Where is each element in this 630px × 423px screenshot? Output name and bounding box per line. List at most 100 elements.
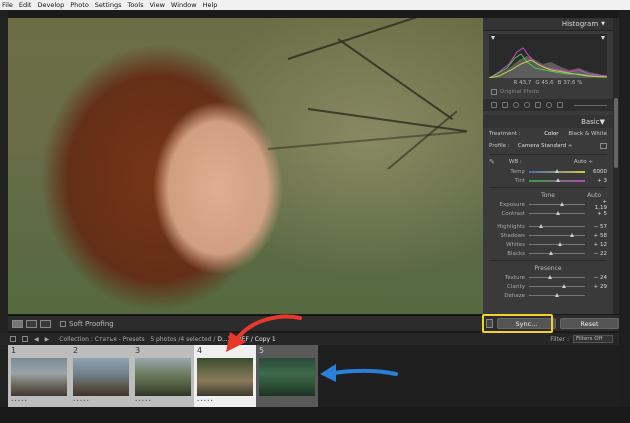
slider-clarity[interactable]: Clarity + 29 [483,282,613,291]
slider-value[interactable]: + 3 [589,178,607,184]
slider-dehaze[interactable]: Dehaze [483,291,613,300]
slider-track[interactable] [529,233,585,237]
rating-stars-icon[interactable]: ••••• [197,398,214,403]
menu-item-window[interactable]: Window [171,1,197,9]
menu-item-edit[interactable]: Edit [19,1,32,9]
radial-filter-icon[interactable] [546,102,552,108]
forward-arrow-icon[interactable]: ▶ [45,336,50,343]
menu-item-develop[interactable]: Develop [37,1,64,9]
reset-button[interactable]: Reset [559,317,620,329]
slider-value[interactable]: − 57 [589,224,607,230]
slider-value[interactable]: − 24 [589,275,607,281]
red-eye-icon[interactable] [524,102,530,108]
slider-thumb[interactable] [555,177,560,182]
slider-exposure[interactable]: Exposure + 1,19 [483,199,613,211]
filter-dropdown[interactable]: Filters Off [573,335,613,343]
rating-stars-icon[interactable]: ••••• [11,398,28,403]
menu-item-tools[interactable]: Tools [127,1,143,9]
slider-thumb[interactable] [548,251,553,255]
spot-removal-icon[interactable] [513,102,519,108]
soft-proofing-toggle[interactable]: Soft Proofing [60,320,114,328]
thumbnail-image[interactable] [73,358,129,396]
slider-value[interactable]: + 1,19 [589,199,607,211]
slider-thumb[interactable] [554,168,559,173]
histogram-graph[interactable] [489,34,607,78]
soft-proofing-checkbox[interactable] [60,320,66,327]
rating-stars-icon[interactable]: ••••• [73,398,90,403]
slider-thumb[interactable] [560,202,565,206]
basic-header[interactable]: Basic ▼ [483,115,613,128]
slider-track[interactable] [529,177,585,182]
slider-track[interactable] [529,202,585,206]
slider-whites[interactable]: Whites + 12 [483,240,613,249]
adjustment-brush-icon[interactable] [557,102,563,108]
tone-auto-button[interactable]: Auto [587,192,601,199]
slider-tint[interactable]: Tint + 3 [483,176,613,185]
menu-item-help[interactable]: Help [203,1,218,9]
slider-value[interactable]: + 5 [589,211,607,217]
back-arrow-icon[interactable]: ◀ [34,336,39,343]
grid-view-icon[interactable] [22,336,28,342]
crop-icon[interactable] [502,102,508,108]
slider-track[interactable] [529,211,585,215]
menu-item-view[interactable]: View [149,1,164,9]
profile-dropdown[interactable]: Camera Standard ÷ [518,143,573,149]
slider-temp[interactable]: Temp 6000 [483,167,613,176]
slider-track[interactable] [529,293,585,297]
slider-thumb[interactable] [538,224,543,228]
slider-thumb[interactable] [557,242,562,246]
treatment-bw-option[interactable]: Black & White [568,131,607,137]
slider-shadows[interactable]: Shadows + 58 [483,231,613,240]
rating-stars-icon[interactable]: ••••• [135,398,152,403]
slider-track[interactable] [529,168,585,173]
slider-track[interactable] [529,224,585,228]
slider-value[interactable]: + 58 [589,233,607,239]
original-photo-checkbox[interactable] [491,89,497,95]
menu-item-file[interactable]: File [2,1,13,9]
compare-mode-button[interactable] [40,319,51,328]
eyedropper-icon[interactable]: ✎ [489,158,495,166]
before-after-button[interactable] [26,319,37,328]
filmstrip-thumbnail[interactable]: 4 ••••• [194,345,256,407]
loupe-view-button[interactable] [12,319,23,328]
histogram-header[interactable]: Histogram ▼ [483,18,613,31]
slider-blacks[interactable]: Blacks − 22 [483,249,613,258]
slider-contrast[interactable]: Contrast + 5 [483,209,613,218]
menu-item-photo[interactable]: Photo [70,1,89,9]
slider-track[interactable] [529,275,585,279]
thumbnail-image[interactable] [259,358,315,396]
slider-value[interactable]: 6000 [589,169,607,175]
slider-highlights[interactable]: Highlights − 57 [483,222,613,231]
original-photo-toggle[interactable]: Original Photo [483,89,613,95]
slider-thumb[interactable] [554,293,559,297]
filmstrip-thumbnail[interactable]: 5 ••••• [256,345,318,407]
slider-thumb[interactable] [555,211,560,215]
slider-track[interactable] [529,242,585,246]
grid-overlay-icon[interactable] [491,102,497,108]
filmstrip-thumbnail[interactable]: 2 ••••• [70,345,132,407]
treatment-color-option[interactable]: Color [544,131,558,137]
main-photo-preview[interactable] [8,18,483,314]
filmstrip-thumbnail[interactable]: 1 ••••• [8,345,70,407]
thumbnail-image[interactable] [135,358,191,396]
filmstrip-thumbnail[interactable]: 3 ••••• [132,345,194,407]
thumbnail-image[interactable] [197,358,253,396]
thumbnail-image[interactable] [11,358,67,396]
slider-value[interactable]: − 22 [589,251,607,257]
graduated-filter-icon[interactable] [535,102,541,108]
slider-value[interactable]: + 29 [589,284,607,290]
menu-item-settings[interactable]: Settings [95,1,122,9]
rating-stars-icon[interactable]: ••••• [259,398,276,403]
slider-track[interactable] [529,251,585,255]
slider-track[interactable] [529,284,585,288]
secondary-window-icon[interactable] [10,336,16,342]
slider-thumb[interactable] [570,233,575,237]
slider-thumb[interactable] [562,284,567,288]
scrollbar-thumb[interactable] [614,98,618,168]
wb-dropdown[interactable]: Auto ÷ [574,159,593,165]
slider-texture[interactable]: Texture − 24 [483,273,613,282]
profile-browser-icon[interactable] [600,143,607,149]
slider-thumb[interactable] [547,275,552,279]
slider-value[interactable]: + 12 [589,242,607,248]
tool-slider-track[interactable] [574,104,607,106]
